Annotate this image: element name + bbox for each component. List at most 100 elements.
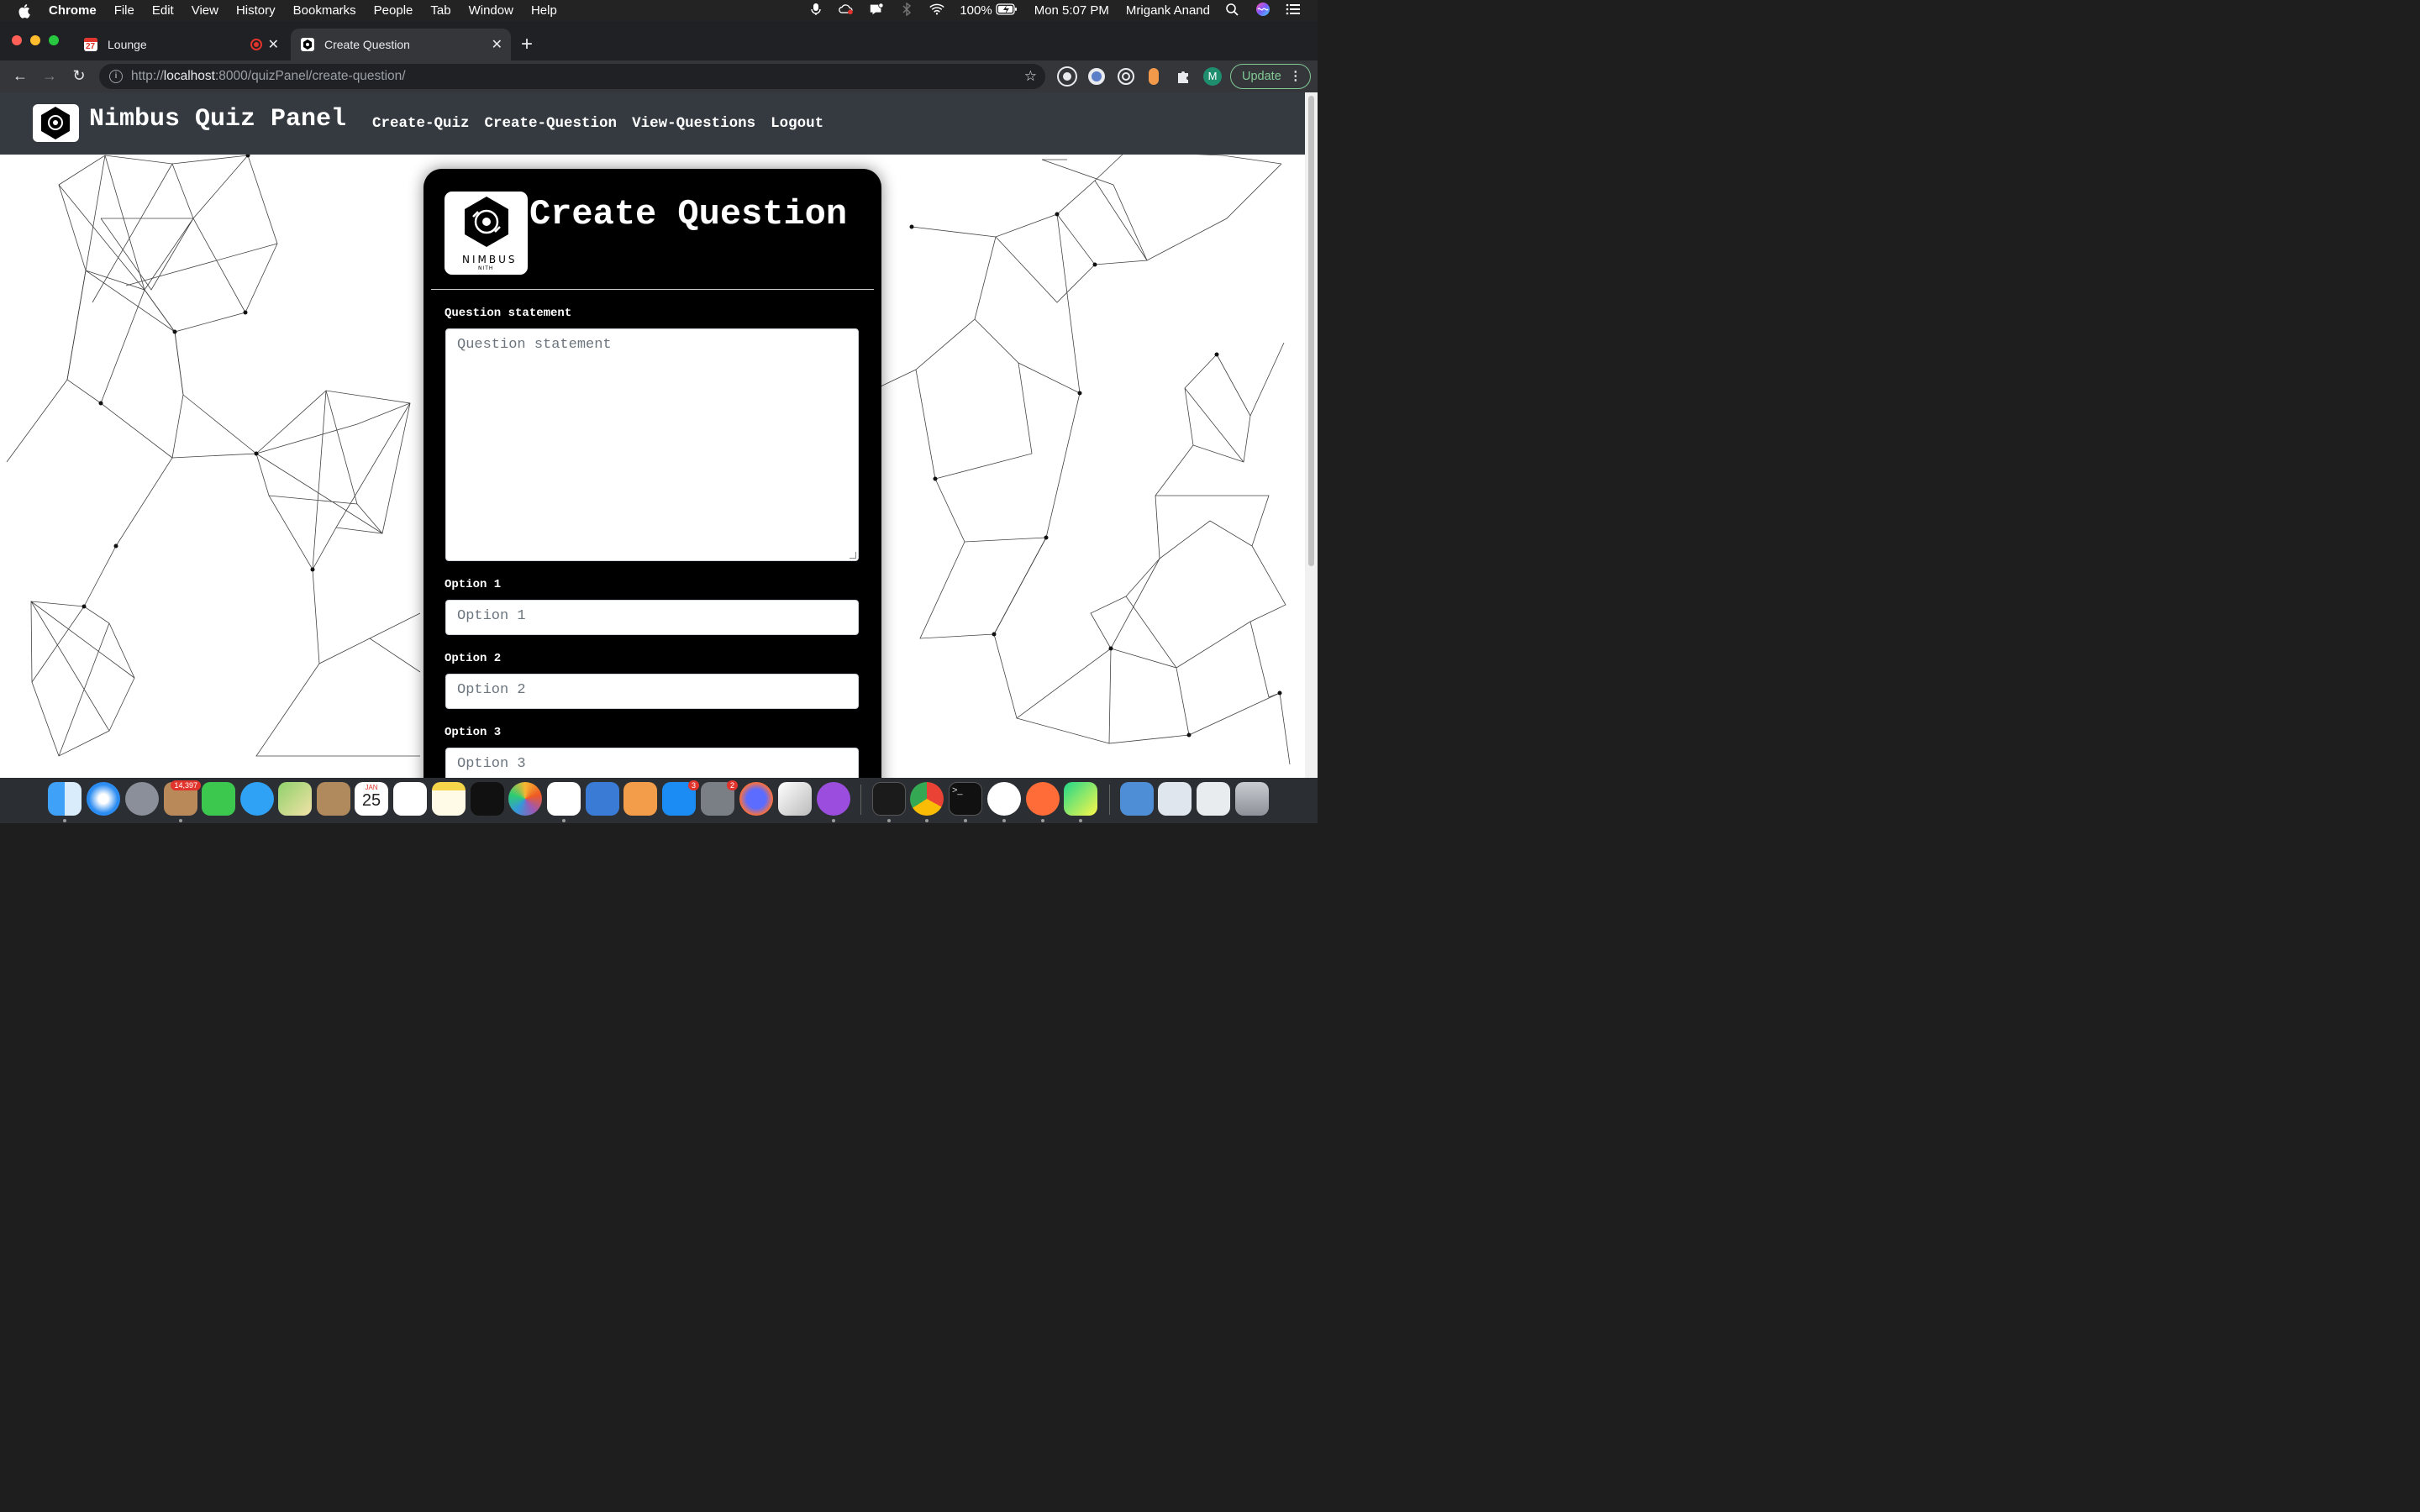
nav-logout[interactable]: Logout bbox=[771, 115, 823, 132]
pages-icon[interactable] bbox=[623, 782, 657, 816]
back-arrow-icon[interactable]: ← bbox=[12, 67, 29, 85]
trash-icon[interactable] bbox=[1235, 782, 1269, 816]
firefox-icon[interactable] bbox=[739, 782, 773, 816]
browser-toolbar: ← → ↻ i http://localhost:8000/quizPanel/… bbox=[0, 60, 1318, 92]
menu-edit[interactable]: Edit bbox=[152, 3, 174, 18]
mail-icon[interactable]: 14,397 bbox=[164, 780, 201, 816]
tab-close-icon[interactable]: ✕ bbox=[268, 36, 279, 53]
safari-icon[interactable] bbox=[87, 782, 120, 816]
finder-icon[interactable] bbox=[48, 782, 82, 816]
new-tab-button[interactable]: + bbox=[521, 33, 533, 56]
chrome-icon[interactable] bbox=[910, 782, 944, 816]
mail-badge: 14,397 bbox=[171, 780, 201, 790]
site-info-icon[interactable]: i bbox=[109, 70, 123, 83]
facetime-icon[interactable] bbox=[202, 782, 235, 816]
terminal-icon[interactable]: >_ bbox=[949, 782, 982, 816]
site-navbar: Nimbus Quiz Panel Create-Quiz Create-Que… bbox=[0, 92, 1305, 155]
podcasts-icon[interactable] bbox=[817, 782, 850, 816]
option-1-placeholder: Option 1 bbox=[457, 608, 526, 624]
menu-tab[interactable]: Tab bbox=[430, 3, 450, 18]
contacts-icon[interactable] bbox=[317, 782, 350, 816]
menubar-user[interactable]: Mrigank Anand bbox=[1126, 3, 1210, 18]
question-statement-textarea[interactable]: Question statement bbox=[445, 328, 859, 561]
menu-file[interactable]: File bbox=[114, 3, 134, 18]
menu-people[interactable]: People bbox=[374, 3, 413, 18]
logo-wordmark: NIMBUS bbox=[462, 254, 518, 265]
numbers-icon[interactable] bbox=[547, 782, 581, 816]
scrollbar-thumb[interactable] bbox=[1308, 96, 1314, 566]
window-zoom-button[interactable] bbox=[49, 35, 59, 45]
apple-tv-icon[interactable] bbox=[471, 782, 504, 816]
reload-icon[interactable]: ↻ bbox=[71, 67, 87, 85]
menu-window[interactable]: Window bbox=[469, 3, 513, 18]
menu-help[interactable]: Help bbox=[531, 3, 557, 18]
extension-icon-1[interactable] bbox=[1059, 68, 1076, 85]
calendar-app-icon[interactable]: JAN 25 bbox=[355, 782, 388, 816]
pycharm-icon[interactable] bbox=[1064, 782, 1097, 816]
nimbus-logo-icon[interactable] bbox=[33, 104, 79, 142]
menubar-clock[interactable]: Mon 5:07 PM bbox=[1034, 3, 1109, 18]
mongodb-compass-icon[interactable] bbox=[987, 782, 1021, 816]
menu-app-name[interactable]: Chrome bbox=[49, 3, 97, 18]
messages-icon[interactable] bbox=[240, 782, 274, 816]
logo-subtext: NITH bbox=[478, 265, 494, 271]
option-1-input[interactable]: Option 1 bbox=[445, 600, 859, 635]
tab-lounge[interactable]: 27 Lounge ✕ bbox=[74, 29, 287, 60]
notes-icon[interactable] bbox=[432, 782, 466, 816]
forward-arrow-icon[interactable]: → bbox=[41, 67, 58, 85]
option-3-label: Option 3 bbox=[445, 726, 502, 739]
site-brand[interactable]: Nimbus Quiz Panel bbox=[89, 105, 346, 134]
extension-icon-4[interactable] bbox=[1149, 68, 1159, 85]
system-preferences-icon[interactable]: 2 bbox=[701, 780, 738, 816]
window-thumbnail-2[interactable] bbox=[1197, 782, 1230, 816]
siri-icon[interactable] bbox=[1255, 2, 1270, 20]
control-center-icon[interactable] bbox=[1286, 3, 1301, 19]
menu-history[interactable]: History bbox=[236, 3, 276, 18]
app-store-icon[interactable]: 3 bbox=[662, 780, 699, 816]
profile-avatar[interactable]: M bbox=[1203, 67, 1222, 86]
menu-bookmarks[interactable]: Bookmarks bbox=[293, 3, 356, 18]
postman-icon[interactable] bbox=[1026, 782, 1060, 816]
nav-create-quiz[interactable]: Create-Quiz bbox=[372, 115, 470, 132]
tab-close-icon[interactable]: ✕ bbox=[492, 36, 502, 53]
divider bbox=[431, 289, 874, 290]
creative-cloud-icon[interactable] bbox=[839, 3, 854, 19]
tab-create-question[interactable]: Create Question ✕ bbox=[291, 29, 511, 60]
option-3-input[interactable]: Option 3 bbox=[445, 748, 859, 778]
apple-icon[interactable] bbox=[18, 3, 32, 18]
address-bar[interactable]: i http://localhost:8000/quizPanel/create… bbox=[99, 64, 1045, 89]
downloads-stack-icon[interactable] bbox=[1120, 782, 1154, 816]
color-picker-icon[interactable] bbox=[778, 782, 812, 816]
system-preferences-badge: 2 bbox=[726, 780, 738, 790]
microphone-icon[interactable] bbox=[808, 3, 823, 19]
keynote-icon[interactable] bbox=[586, 782, 619, 816]
launchpad-icon[interactable] bbox=[125, 782, 159, 816]
bluetooth-icon[interactable] bbox=[899, 2, 914, 19]
reminders-icon[interactable] bbox=[393, 782, 427, 816]
menu-view[interactable]: View bbox=[192, 3, 218, 18]
window-thumbnail-1[interactable] bbox=[1158, 782, 1192, 816]
option-2-input[interactable]: Option 2 bbox=[445, 674, 859, 709]
more-menu-icon[interactable]: ⋮ bbox=[1290, 70, 1302, 83]
maps-icon[interactable] bbox=[278, 782, 312, 816]
photos-icon[interactable] bbox=[508, 782, 542, 816]
option-2-placeholder: Option 2 bbox=[457, 682, 526, 698]
window-minimize-button[interactable] bbox=[30, 35, 40, 45]
spotlight-search-icon[interactable] bbox=[1225, 3, 1240, 19]
url-text[interactable]: http://localhost:8000/quizPanel/create-q… bbox=[131, 69, 406, 84]
chrome-update-button[interactable]: Update ⋮ bbox=[1230, 64, 1311, 89]
battery-icon[interactable] bbox=[996, 3, 1018, 18]
extension-icon-3[interactable] bbox=[1118, 68, 1134, 85]
extensions-puzzle-icon[interactable] bbox=[1176, 68, 1192, 85]
wifi-icon[interactable] bbox=[929, 3, 945, 19]
page-scrollbar[interactable] bbox=[1305, 92, 1318, 778]
nav-create-question[interactable]: Create-Question bbox=[485, 115, 618, 132]
window-close-button[interactable] bbox=[12, 35, 22, 45]
activity-monitor-icon[interactable] bbox=[872, 782, 906, 816]
nav-view-questions[interactable]: View-Questions bbox=[632, 115, 755, 132]
notification-icon[interactable] bbox=[869, 2, 884, 19]
extension-icon-2[interactable] bbox=[1088, 68, 1105, 85]
bookmark-star-icon[interactable]: ☆ bbox=[1024, 68, 1037, 85]
nimbus-favicon bbox=[301, 38, 314, 51]
resize-handle-icon[interactable] bbox=[850, 552, 856, 559]
